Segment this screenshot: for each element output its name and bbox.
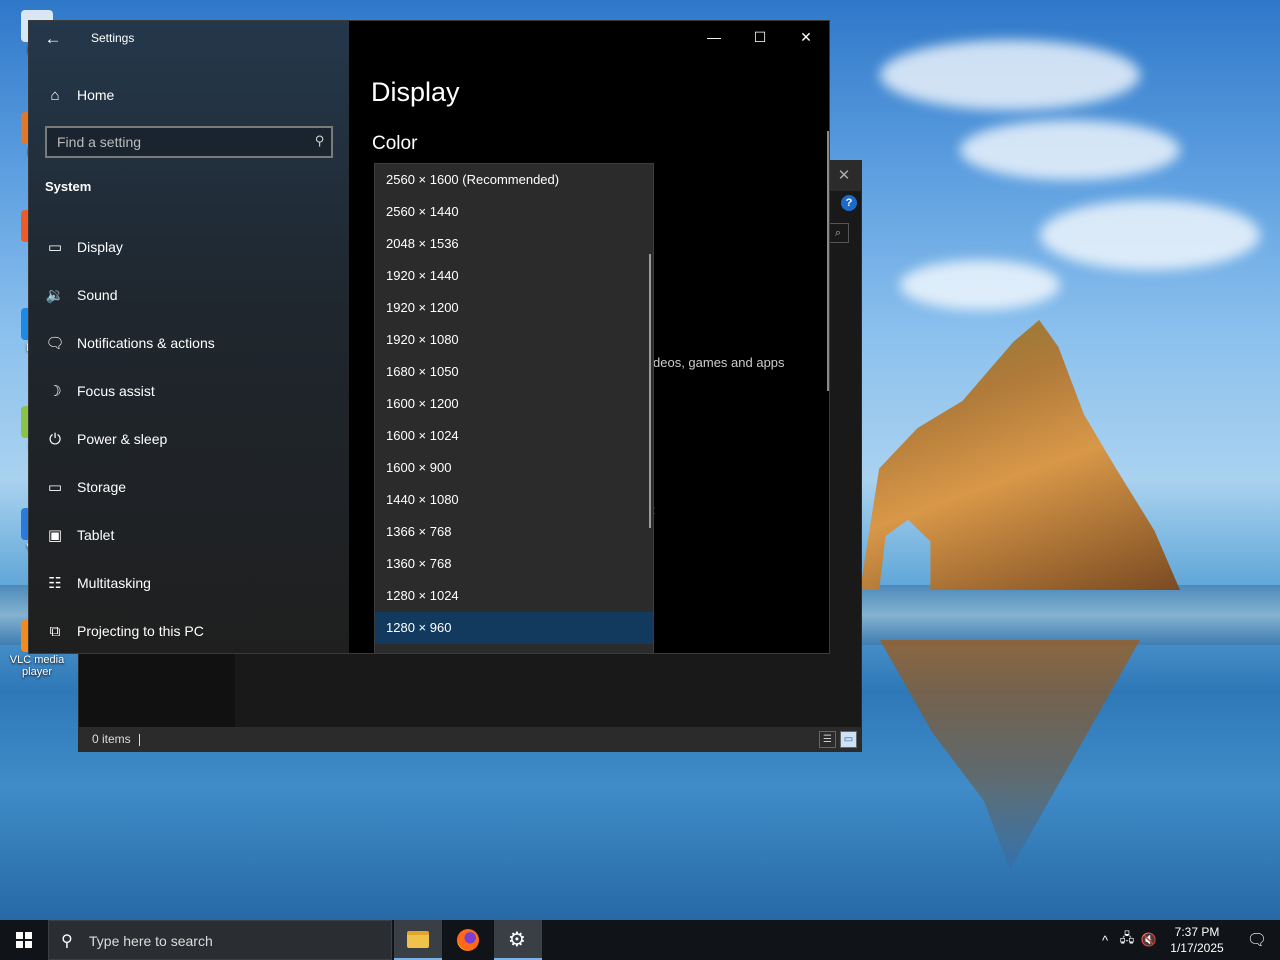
taskbar: ⚲ Type here to search ⚙ ^ 🖧 🔇 7:37 PM 1/… [0, 920, 1280, 960]
sidebar-item-label: Storage [77, 479, 127, 495]
resolution-option[interactable]: 1920 × 1200 [375, 292, 653, 324]
resolution-option[interactable]: 1600 × 900 [375, 452, 653, 484]
desktop-shortcut-label: VLC media player [9, 654, 65, 678]
explorer-search-icon[interactable]: ⌕ [827, 223, 849, 243]
resolution-option[interactable]: 1920 × 1080 [375, 324, 653, 356]
sidebar-item-power-sleep[interactable]: ⏻ Power & sleep [29, 415, 349, 463]
home-link[interactable]: ⌂ Home [29, 79, 349, 111]
system-tray: ^ 🖧 🔇 7:37 PM 1/17/2025 🗨 [1094, 920, 1280, 960]
speaker-icon: 🔉 [45, 287, 65, 304]
storage-icon: ▭ [47, 479, 63, 496]
resolution-option[interactable]: 1280 × 960 [375, 612, 653, 644]
view-toggles: ☰ ▭ [819, 731, 857, 748]
taskbar-search-placeholder: Type here to search [89, 933, 213, 949]
multitasking-icon: ☷ [48, 575, 62, 592]
resolution-option[interactable]: 2560 × 1440 [375, 196, 653, 228]
resolution-dropdown[interactable]: 2560 × 1600 (Recommended) 2560 × 1440 2048… [374, 163, 654, 653]
sidebar-item-label: Focus assist [77, 383, 155, 399]
notifications-icon[interactable]: 🗨 [1234, 930, 1280, 950]
page-title: Display [371, 77, 460, 107]
tablet-icon: ▣ [47, 527, 63, 544]
system-nav-list: ▭ Display 🔉 Sound 🗨 Notifications & actions ☽ F… [29, 223, 349, 653]
sidebar-item-display[interactable]: ▭ Display [29, 223, 349, 271]
firefox-icon [457, 929, 479, 951]
clock-time: 7:37 PM [1174, 925, 1220, 939]
sidebar-item-label: Projecting to this PC [77, 623, 204, 639]
volume-muted-icon[interactable]: 🔇 [1138, 932, 1160, 948]
sidebar-item-label: Power & sleep [77, 431, 168, 447]
explorer-close-icon[interactable]: ✕ [827, 161, 861, 191]
file-explorer-taskbar-button[interactable] [394, 920, 442, 960]
folder-icon [407, 931, 429, 948]
power-icon: ⏻ [49, 430, 61, 448]
settings-taskbar-button[interactable]: ⚙ [494, 920, 542, 960]
resolution-option[interactable]: 1600 × 1200 [375, 388, 653, 420]
resolution-option[interactable]: 1360 × 768 [375, 548, 653, 580]
background-setting-text: deos, games and apps [653, 355, 785, 370]
app-title: Settings [91, 31, 135, 45]
sidebar-item-label: Tablet [77, 527, 115, 543]
firefox-taskbar-button[interactable] [444, 920, 492, 960]
content-scrollbar[interactable] [827, 131, 829, 391]
sidebar-item-label: Multitasking [77, 575, 151, 591]
back-arrow-icon[interactable]: ← [43, 29, 63, 49]
details-view-icon[interactable]: ☰ [819, 731, 836, 748]
message-icon: 🗨 [45, 335, 65, 352]
color-heading: Color [372, 133, 418, 154]
section-heading: System [45, 179, 92, 194]
resolution-option[interactable]: 1366 × 768 [375, 516, 653, 548]
sidebar-item-focus-assist[interactable]: ☽ Focus assist [29, 367, 349, 415]
help-icon[interactable]: ? [841, 195, 857, 211]
resolution-option[interactable]: 2048 × 1536 [375, 228, 653, 260]
monitor-icon: ▭ [47, 239, 63, 256]
resolution-option[interactable]: 2560 × 1600 (Recommended) [375, 164, 653, 196]
dropdown-scrollbar[interactable] [649, 254, 651, 528]
resolution-option-list: 2560 × 1600 (Recommended) 2560 × 1440 2048… [375, 164, 653, 644]
search-icon[interactable]: ⚲ [315, 133, 325, 149]
settings-header: ← Settings [29, 21, 349, 57]
network-icon[interactable]: 🖧 [1116, 929, 1138, 951]
background-cloud [960, 120, 1180, 180]
background-cloud [900, 260, 1060, 310]
background-rock-reflection [880, 640, 1140, 870]
taskbar-search[interactable]: ⚲ Type here to search [48, 920, 392, 960]
background-cloud [1040, 200, 1260, 270]
clock[interactable]: 7:37 PM 1/17/2025 [1160, 924, 1234, 956]
sidebar-item-label: Display [77, 239, 123, 255]
explorer-status-bar: 0 items [79, 727, 861, 751]
home-label: Home [77, 87, 115, 103]
resolution-option[interactable]: 1600 × 1024 [375, 420, 653, 452]
sidebar-item-storage[interactable]: ▭ Storage [29, 463, 349, 511]
find-setting-search[interactable]: ⚲ [45, 126, 333, 158]
windows-logo-icon [16, 932, 32, 948]
sidebar-item-sound[interactable]: 🔉 Sound [29, 271, 349, 319]
chevron-up-icon[interactable]: ^ [1094, 933, 1116, 948]
home-icon: ⌂ [50, 86, 60, 104]
gear-icon: ⚙ [508, 929, 526, 951]
sidebar-item-label: Notifications & actions [77, 335, 215, 351]
settings-sidebar: ← Settings ⌂ Home ⚲ System ▭ Display 🔉 Soun… [29, 21, 349, 653]
resolution-option[interactable]: 1440 × 1080 [375, 484, 653, 516]
projector-icon: ⧉ [49, 622, 61, 640]
resolution-option[interactable]: 1280 × 1024 [375, 580, 653, 612]
sidebar-item-label: Sound [77, 287, 118, 303]
moon-icon: ☽ [48, 383, 62, 400]
resolution-option[interactable]: 1920 × 1440 [375, 260, 653, 292]
settings-window: ← Settings ⌂ Home ⚲ System ▭ Display 🔉 Soun… [28, 20, 830, 654]
resolution-option[interactable]: 1680 × 1050 [375, 356, 653, 388]
sidebar-item-multitasking[interactable]: ☷ Multitasking [29, 559, 349, 607]
background-rock [860, 320, 1180, 590]
search-input[interactable] [47, 128, 297, 156]
sidebar-item-tablet[interactable]: ▣ Tablet [29, 511, 349, 559]
background-cloud [880, 40, 1140, 110]
clock-date: 1/17/2025 [1170, 941, 1224, 955]
item-count: 0 items [92, 732, 131, 746]
start-button[interactable] [0, 920, 48, 960]
sidebar-item-notifications-actions[interactable]: 🗨 Notifications & actions [29, 319, 349, 367]
large-icons-view-icon[interactable]: ▭ [840, 731, 857, 748]
sidebar-item-projecting-to-this-pc[interactable]: ⧉ Projecting to this PC [29, 607, 349, 653]
search-icon: ⚲ [61, 933, 73, 950]
